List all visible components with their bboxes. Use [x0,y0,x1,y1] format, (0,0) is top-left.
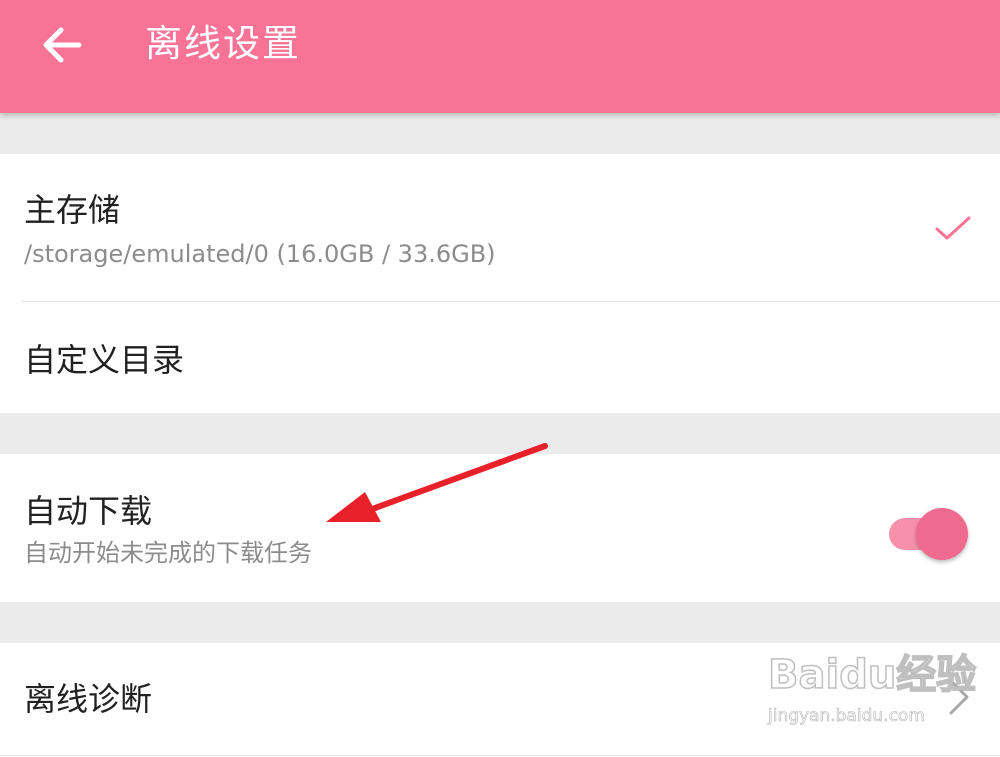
primary-storage-row[interactable]: 主存储 /storage/emulated/0 (16.0GB / 33.6GB… [0,154,1000,301]
toggle-thumb [916,508,968,560]
offline-diagnosis-title: 离线诊断 [24,680,153,718]
page-title: 离线设置 [145,22,301,65]
diagnosis-card: 离线诊断 [0,643,1000,757]
arrow-left-icon [43,27,82,63]
auto-download-toggle[interactable] [886,508,976,560]
check-icon [935,216,971,240]
chevron-right-icon [949,679,969,715]
auto-download-title: 自动下载 [24,492,153,530]
auto-download-subtitle: 自动开始未完成的下载任务 [24,539,312,567]
custom-directory-row[interactable]: 自定义目录 [0,302,1000,413]
back-button[interactable] [30,14,92,76]
custom-directory-title: 自定义目录 [24,341,185,379]
divider [0,755,1000,756]
primary-storage-path: /storage/emulated/0 (16.0GB / 33.6GB) [24,240,496,268]
primary-storage-title: 主存储 [24,191,121,229]
auto-download-row[interactable]: 自动下载 自动开始未完成的下载任务 [0,454,1000,602]
offline-diagnosis-row[interactable]: 离线诊断 [0,643,1000,755]
auto-download-card: 自动下载 自动开始未完成的下载任务 [0,454,1000,602]
storage-card: 主存储 /storage/emulated/0 (16.0GB / 33.6GB… [0,154,1000,413]
app-bar: 离线设置 [0,0,1000,113]
